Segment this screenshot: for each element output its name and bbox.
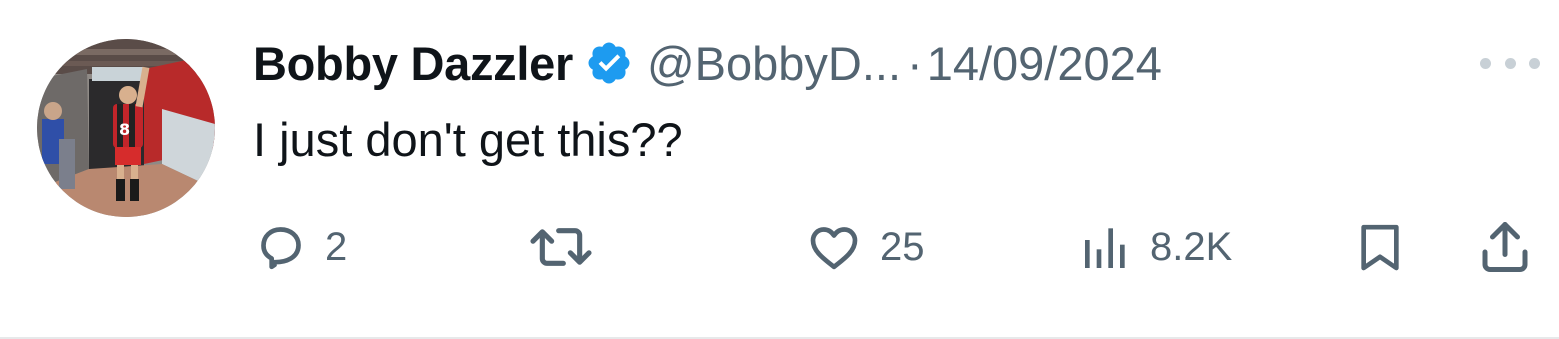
bookmark-button[interactable] <box>1352 212 1408 282</box>
author-name[interactable]: Bobby Dazzler <box>253 36 573 91</box>
more-dot <box>1529 57 1540 69</box>
more-options-icon[interactable] <box>1480 48 1540 78</box>
more-dot <box>1504 57 1516 69</box>
separator-dot: · <box>907 36 923 90</box>
view-count: 8.2K <box>1150 224 1233 269</box>
like-count: 25 <box>880 224 925 269</box>
views-icon <box>1078 219 1134 275</box>
reply-icon <box>253 219 309 275</box>
heart-icon <box>804 219 864 275</box>
tweet-actions: 2 25 8.2K <box>0 212 1559 282</box>
verified-badge-icon[interactable] <box>585 39 633 87</box>
repost-button[interactable] <box>522 212 616 282</box>
avatar-image: 8 <box>37 39 215 217</box>
repost-icon <box>522 219 600 275</box>
share-button[interactable] <box>1474 212 1536 282</box>
reply-button[interactable]: 2 <box>253 212 347 282</box>
bookmark-icon <box>1352 217 1408 277</box>
more-dot <box>1480 57 1491 69</box>
tweet-text: I just don't get this?? <box>253 113 683 166</box>
tweet-date[interactable]: 14/09/2024 <box>927 36 1162 91</box>
share-icon <box>1474 217 1536 277</box>
like-button[interactable]: 25 <box>804 212 925 282</box>
avatar[interactable]: 8 <box>37 39 215 217</box>
tweet-header: Bobby Dazzler @BobbyD... · 14/09/2024 <box>253 28 1162 98</box>
reply-count: 2 <box>325 224 348 269</box>
author-handle[interactable]: @BobbyD... <box>647 36 901 91</box>
tweet-card[interactable]: 8 Bobby Dazzler @BobbyD... · 14/09/2024 … <box>0 0 1559 339</box>
svg-text:8: 8 <box>119 120 130 139</box>
views-button[interactable]: 8.2K <box>1078 212 1232 282</box>
